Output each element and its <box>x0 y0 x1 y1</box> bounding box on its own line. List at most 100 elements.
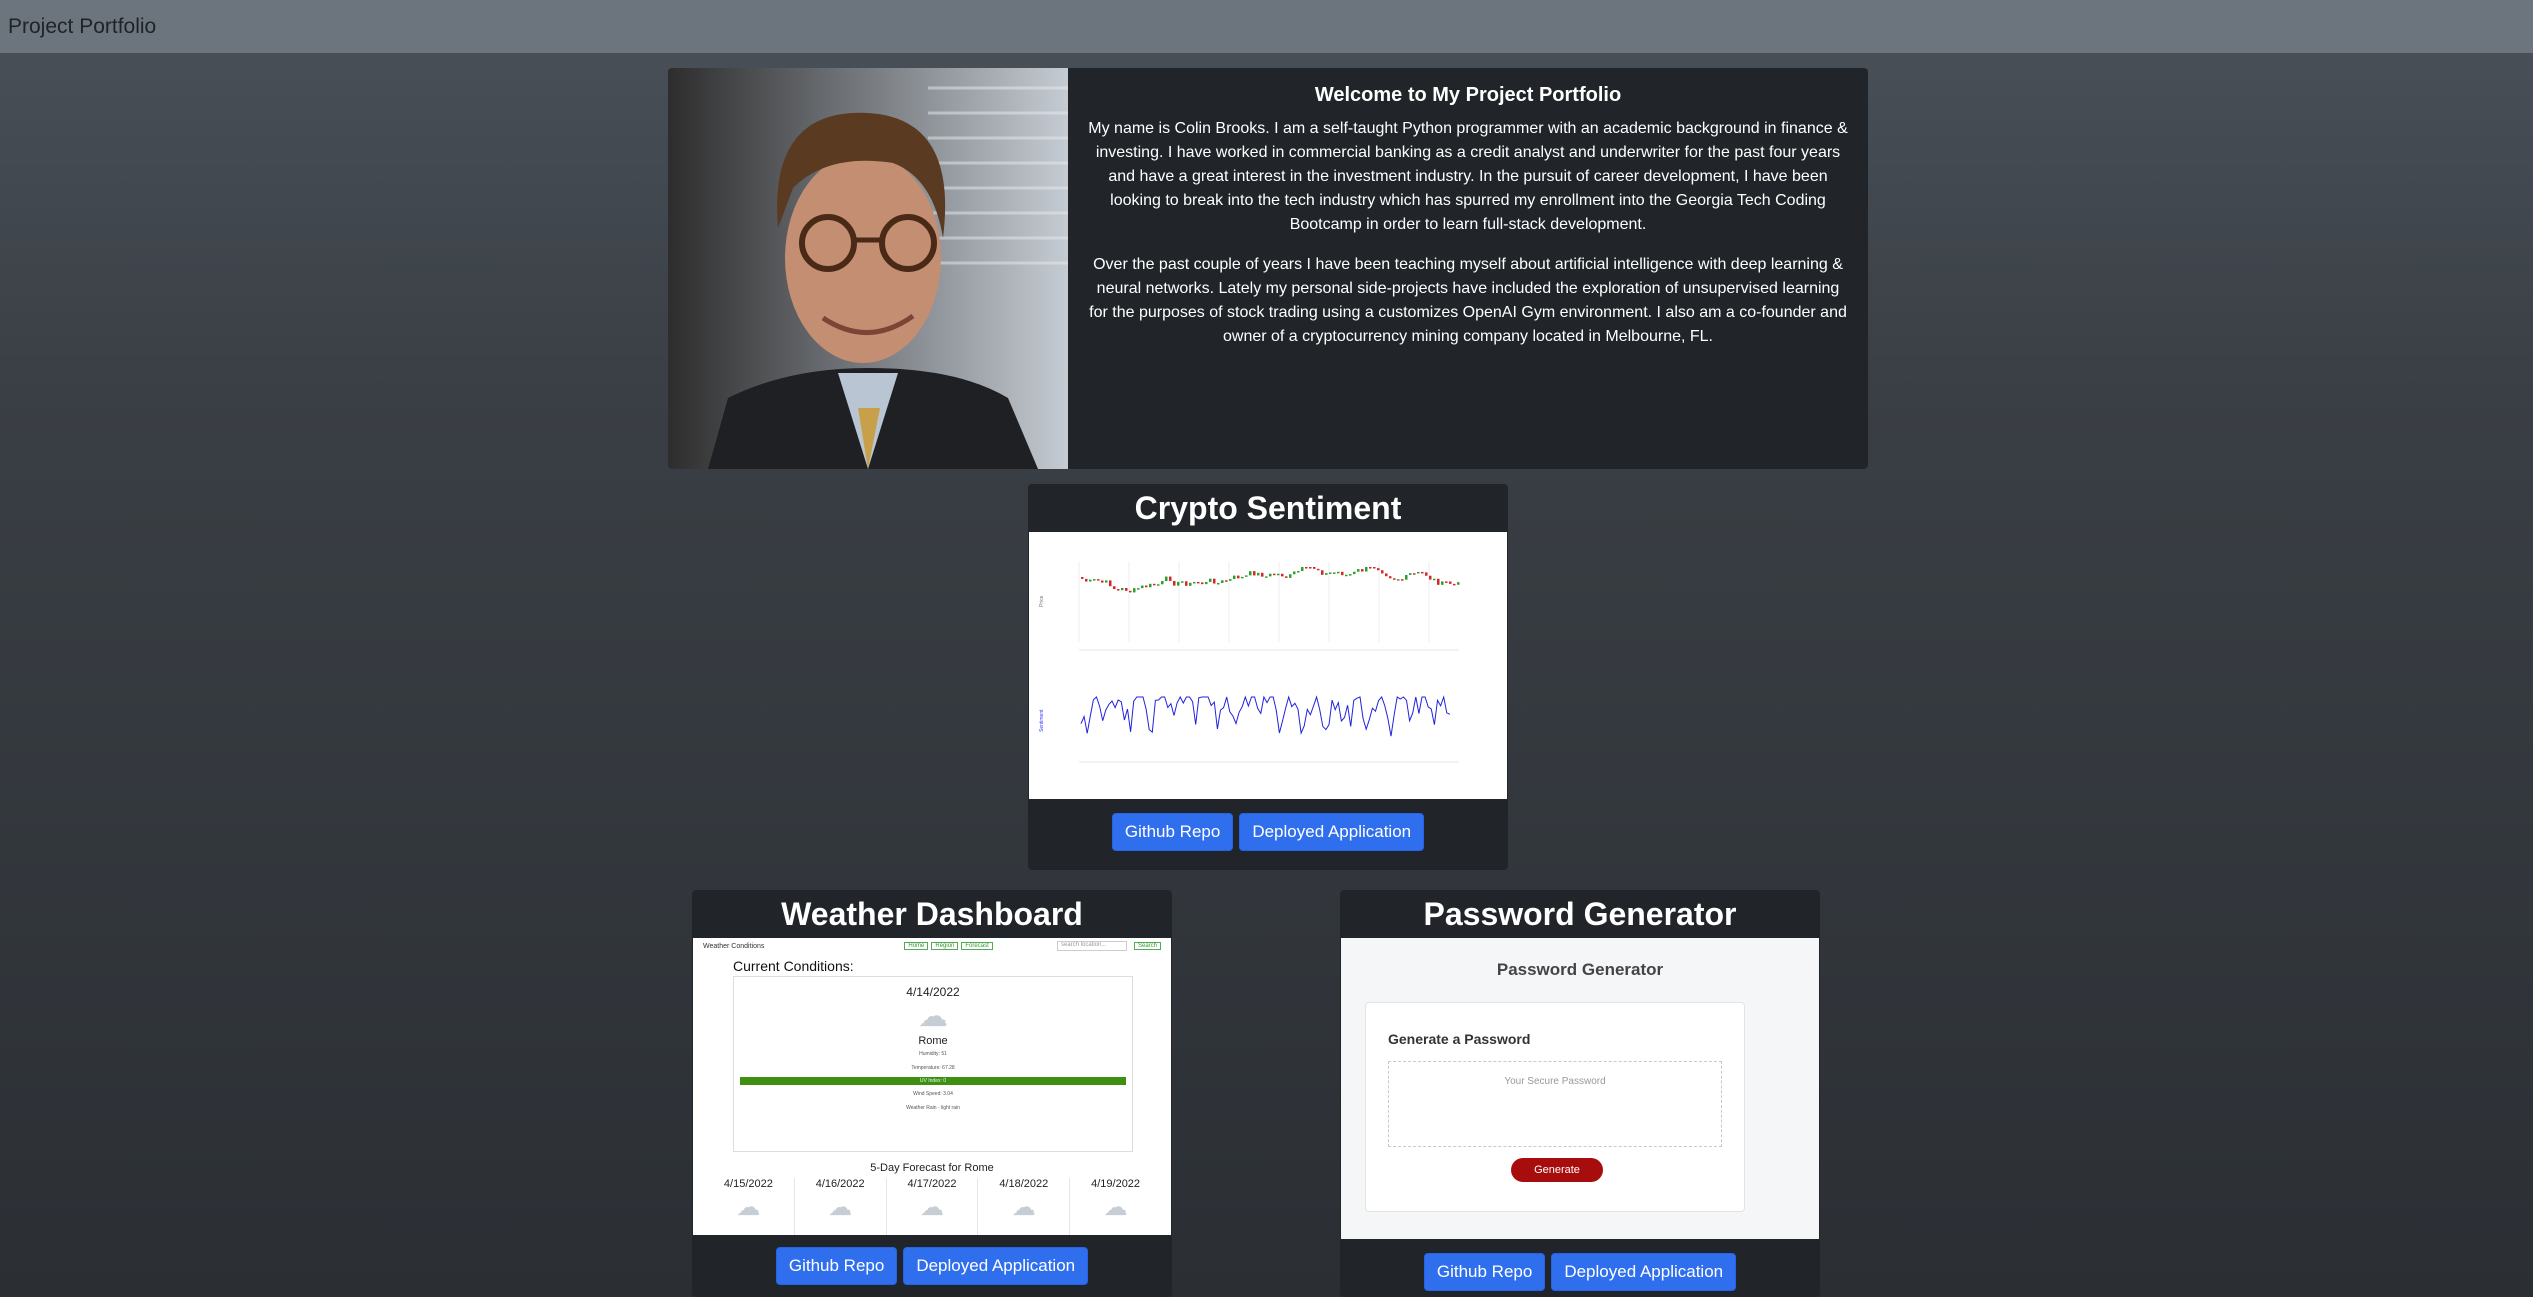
candle <box>1109 580 1112 587</box>
github-repo-button[interactable]: Github Repo <box>775 1247 898 1285</box>
candle <box>1381 570 1384 574</box>
forecast-date: 4/19/2022 <box>1091 1178 1141 1190</box>
candle <box>1333 572 1336 574</box>
candle <box>1089 579 1092 582</box>
candle <box>1169 576 1172 581</box>
password-card-title: Generate a Password <box>1388 1031 1531 1047</box>
candle <box>1273 573 1276 576</box>
password-card: Generate a Password Your Secure Password… <box>1365 1002 1745 1212</box>
forecast-day: 4/15/2022 ☁ <box>703 1178 794 1235</box>
wind-speed: Wind Speed: 3.04 <box>913 1091 953 1097</box>
generate-password-button: Generate Password <box>1511 1158 1603 1200</box>
candle <box>1417 571 1420 574</box>
candle <box>1165 576 1168 582</box>
candle <box>1345 574 1348 577</box>
forecast-date: 4/16/2022 <box>815 1178 865 1190</box>
candle <box>1377 568 1380 571</box>
project-card-weather: Weather Dashboard Weather Conditions Hom… <box>692 890 1172 1297</box>
candle <box>1241 576 1244 579</box>
candle <box>1189 582 1192 586</box>
candle <box>1289 574 1292 578</box>
candle <box>1137 588 1140 590</box>
candle <box>1105 580 1108 583</box>
project-screenshot[interactable]: Password Generator Generate a Password Y… <box>1341 938 1819 1239</box>
password-output: Your Secure Password <box>1388 1061 1722 1147</box>
project-card-password: Password Generator Password Generator Ge… <box>1340 890 1820 1297</box>
github-repo-button[interactable]: Github Repo <box>1111 813 1234 851</box>
candle <box>1213 578 1216 584</box>
candle <box>1413 573 1416 575</box>
candle <box>1365 567 1368 572</box>
candle <box>1353 571 1356 575</box>
cloud-icon: ☁ <box>828 1194 853 1221</box>
candle <box>1285 576 1288 578</box>
candle <box>1161 581 1164 585</box>
current-date: 4/14/2022 <box>906 985 960 999</box>
candle <box>1113 586 1116 590</box>
candle <box>1445 581 1448 583</box>
candle <box>1209 578 1212 582</box>
about-card: Welcome to My Project Portfolio My name … <box>668 68 1868 469</box>
candle <box>1233 575 1236 580</box>
project-card-crypto: Crypto Sentiment Price Sentiment Github … <box>1028 484 1508 870</box>
candle <box>1385 573 1388 577</box>
forecast-date: 4/18/2022 <box>999 1178 1049 1190</box>
cloud-icon: ☁ <box>736 1194 761 1221</box>
about-paragraph-1: My name is Colin Brooks. I am a self-tau… <box>1088 120 1848 233</box>
candle <box>1145 585 1148 588</box>
temperature: Temperature: 67.28 <box>911 1065 955 1071</box>
cloud-icon: ☁ <box>1011 1194 1036 1221</box>
candle <box>1277 573 1280 576</box>
forecast-day: 4/18/2022 ☁ <box>977 1178 1069 1235</box>
candle <box>1101 580 1104 583</box>
candle <box>1121 588 1124 591</box>
candle <box>1397 579 1400 581</box>
candle <box>1117 589 1120 591</box>
profile-photo <box>668 68 1068 469</box>
candle <box>1157 584 1160 586</box>
candle <box>1125 588 1128 591</box>
candle <box>1193 581 1196 584</box>
candle <box>1425 572 1428 576</box>
candle <box>1217 582 1220 585</box>
candle <box>1269 573 1272 577</box>
github-repo-button[interactable]: Github Repo <box>1423 1253 1546 1291</box>
candle <box>1253 571 1256 576</box>
weather-nav-forecast: Forecast <box>961 942 993 950</box>
deployed-application-button[interactable]: Deployed Application <box>1239 813 1425 851</box>
rain-cloud-icon: ☁ <box>918 1000 948 1033</box>
candle <box>1221 580 1224 583</box>
weather-nav-region: Region <box>931 942 959 950</box>
candle <box>1149 583 1152 588</box>
svg-text:Price: Price <box>1039 595 1045 607</box>
candle <box>1185 581 1188 586</box>
candle <box>1257 572 1260 576</box>
about-title: Welcome to My Project Portfolio <box>1314 84 1622 106</box>
candle <box>1433 578 1436 581</box>
deployed-application-button[interactable]: Deployed Application <box>1551 1253 1737 1291</box>
candle <box>1357 569 1360 572</box>
candle <box>1409 573 1412 575</box>
candle <box>1361 569 1364 572</box>
candle <box>1341 571 1344 576</box>
candle <box>1325 573 1328 575</box>
crypto-chart-preview: Price Sentiment <box>1029 532 1507 799</box>
candle <box>1437 578 1440 585</box>
project-screenshot[interactable]: Price Sentiment <box>1029 532 1507 799</box>
cloud-icon: ☁ <box>1103 1194 1128 1221</box>
current-conditions-box: 4/14/2022 ☁ Rome Humidity: 51 Temperatur… <box>733 976 1133 1152</box>
candle <box>1453 583 1456 586</box>
project-screenshot[interactable]: Weather Conditions Home Region Forecast … <box>693 938 1171 1235</box>
deployed-application-button[interactable]: Deployed Application <box>903 1247 1089 1285</box>
candle <box>1225 580 1228 582</box>
candle <box>1141 585 1144 589</box>
candle <box>1181 581 1184 583</box>
candle <box>1129 590 1132 593</box>
candle <box>1229 579 1232 581</box>
about-paragraph-2: Over the past couple of years I have bee… <box>1089 256 1847 345</box>
weather-app-title: Weather Conditions <box>703 942 765 950</box>
forecast-date: 4/17/2022 <box>907 1178 957 1190</box>
weather-description: Weather Rain - light rain <box>906 1105 960 1111</box>
navbar-brand[interactable]: Project Portfolio <box>8 15 156 39</box>
candle <box>1173 580 1176 586</box>
